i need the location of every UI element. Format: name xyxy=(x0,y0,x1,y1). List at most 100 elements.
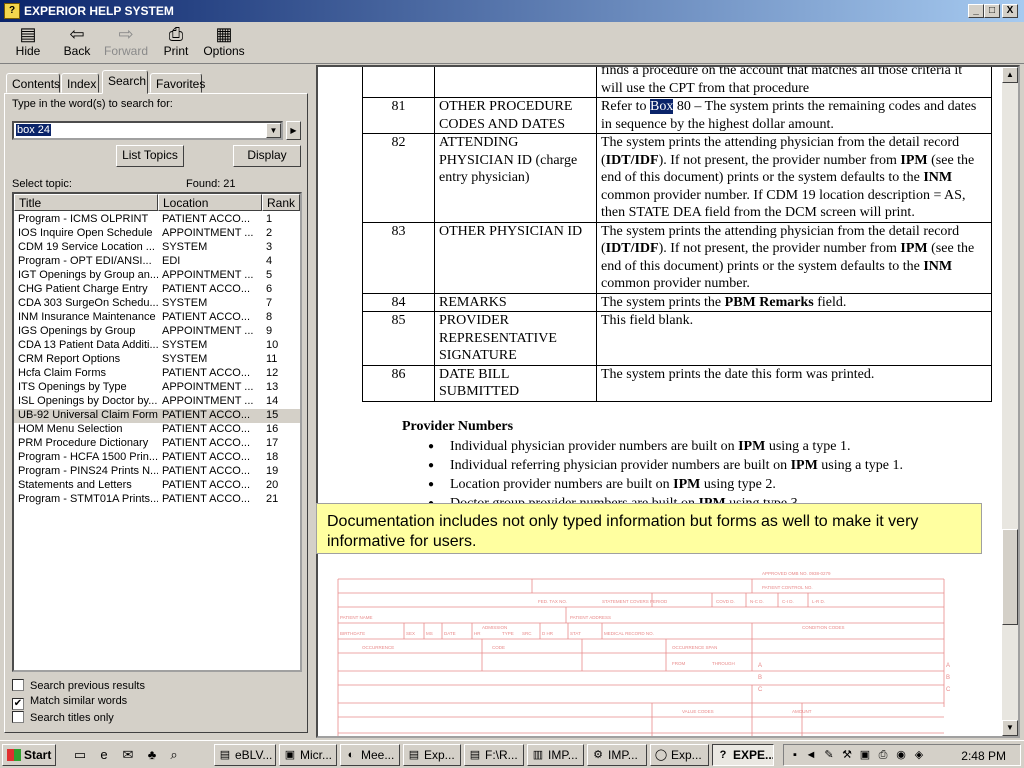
checkbox[interactable] xyxy=(12,679,24,691)
close-button[interactable]: X xyxy=(1002,4,1018,18)
search-result-row[interactable]: Program - OPT EDI/ANSI... EDI 4 xyxy=(14,255,300,269)
search-result-row[interactable]: Program - ICMS OLPRINT PATIENT ACCO... 1 xyxy=(14,213,300,227)
back-button[interactable]: ⇦ Back xyxy=(58,24,96,62)
scroll-down-button[interactable]: ▼ xyxy=(1002,720,1018,736)
minimize-button[interactable]: _ xyxy=(968,4,984,18)
search-result-row[interactable]: INM Insurance Maintenance PATIENT ACCO...… xyxy=(14,311,300,325)
taskbar-button[interactable]: ◯ Exp... xyxy=(650,744,709,766)
tab-search[interactable]: Search xyxy=(102,70,148,94)
internet-explorer-icon[interactable]: e xyxy=(96,747,112,763)
taskbar-button[interactable]: ▤ Exp... xyxy=(403,744,461,766)
taskbar-button[interactable]: ▤ eBLV... xyxy=(214,744,276,766)
result-rank: 19 xyxy=(266,465,279,477)
print-label: Print xyxy=(163,44,189,58)
list-topics-button[interactable]: List Topics xyxy=(116,145,184,167)
search-result-row[interactable]: ISL Openings by Doctor by... APPOINTMENT … xyxy=(14,395,300,409)
search-result-row[interactable]: ITS Openings by Type APPOINTMENT ... 13 xyxy=(14,381,300,395)
search-result-row[interactable]: Program - HCFA 1500 Prin... PATIENT ACCO.… xyxy=(14,451,300,465)
search-history-dropdown[interactable]: ▼ xyxy=(266,123,281,138)
tray-network-icon[interactable]: ▪ xyxy=(788,748,802,762)
search-result-row[interactable]: IGT Openings by Group an... APPOINTMENT .… xyxy=(14,269,300,283)
search-result-row[interactable]: Program - STMT01A Prints... PATIENT ACCO.… xyxy=(14,493,300,507)
app-icon: ⚙ xyxy=(593,749,603,761)
search-result-row[interactable]: Statements and Letters PATIENT ACCO... 20 xyxy=(14,479,300,493)
search-titles-only-option[interactable]: Search titles only xyxy=(12,711,114,724)
taskbar: Start ▭ e ✉ ♣ ⌕ ▤ eBLV... ▣ Micr... ◐ Mee... ▤… xyxy=(0,740,1024,768)
result-location: APPOINTMENT ... xyxy=(162,269,254,281)
tray-tool-icon[interactable]: ⚒ xyxy=(840,748,854,762)
display-button[interactable]: Display xyxy=(233,145,301,167)
outlook-icon[interactable]: ✉ xyxy=(120,747,136,763)
result-location: PATIENT ACCO... xyxy=(162,493,251,505)
result-title: INM Insurance Maintenance xyxy=(18,311,156,323)
forward-button[interactable]: ⇨ Forward xyxy=(104,24,148,62)
search-result-row[interactable]: Hcfa Claim Forms PATIENT ACCO... 12 xyxy=(14,367,300,381)
show-desktop-icon[interactable]: ▭ xyxy=(72,747,88,763)
start-button[interactable]: Start xyxy=(2,744,56,766)
result-rank: 13 xyxy=(266,381,279,393)
form-field-label: BIRTHDATE xyxy=(340,631,365,636)
result-title: Program - OPT EDI/ANSI... xyxy=(18,255,152,267)
search-result-row[interactable]: IOS Inquire Open Schedule APPOINTMENT ...… xyxy=(14,227,300,241)
annotation-callout: Documentation includes not only typed in… xyxy=(316,503,982,554)
tray-pencil-icon[interactable]: ✎ xyxy=(822,748,836,762)
column-rank-header[interactable]: Rank xyxy=(262,194,300,211)
search-result-row[interactable]: Program - PINS24 Prints N... PATIENT ACCO… xyxy=(14,465,300,479)
options-button[interactable]: ▦ Options xyxy=(202,24,246,62)
tray-printer-icon[interactable]: ⎙ xyxy=(876,748,890,762)
tab-index[interactable]: Index xyxy=(61,73,99,93)
taskbar-button[interactable]: ▣ Micr... xyxy=(279,744,337,766)
checkbox[interactable]: ✔ xyxy=(12,698,24,710)
form-field-label: TYPE xyxy=(502,631,514,636)
column-location-header[interactable]: Location xyxy=(158,194,262,211)
match-similar-words-option[interactable]: ✔ Match similar words xyxy=(12,695,127,710)
search-result-row[interactable]: CRM Report Options SYSTEM 11 xyxy=(14,353,300,367)
taskbar-button[interactable]: ▤ F:\R... xyxy=(464,744,524,766)
tray-shield-icon[interactable]: ◈ xyxy=(912,748,926,762)
maximize-button[interactable]: □ xyxy=(984,4,1000,18)
search-go-button[interactable]: ▶ xyxy=(286,121,301,140)
app-icon: ▤ xyxy=(469,749,481,761)
search-result-row[interactable]: CDM 19 Service Location ... SYSTEM 3 xyxy=(14,241,300,255)
search-result-row[interactable]: IGS Openings by Group APPOINTMENT ... 9 xyxy=(14,325,300,339)
column-title-header[interactable]: Title xyxy=(14,194,158,211)
taskbar-button-label: IMP... xyxy=(548,748,578,762)
result-location: APPOINTMENT ... xyxy=(162,381,254,393)
search-result-row[interactable]: HOM Menu Selection PATIENT ACCO... 16 xyxy=(14,423,300,437)
tray-device-icon[interactable]: ▣ xyxy=(858,748,872,762)
print-button[interactable]: ⎙ Print xyxy=(160,24,192,62)
search-results-list[interactable]: Title Location Rank Program - ICMS OLPRI… xyxy=(12,192,302,672)
app-icon: ▤ xyxy=(219,749,231,761)
form-field-label: AMOUNT xyxy=(792,709,812,714)
tray-globe-icon[interactable]: ◉ xyxy=(894,748,908,762)
help-app-icon[interactable]: ? xyxy=(4,3,20,19)
tab-favorites[interactable]: Favorites xyxy=(150,73,205,93)
search-result-row[interactable]: CDA 13 Patient Data Additi... SYSTEM 10 xyxy=(14,339,300,353)
result-location: PATIENT ACCO... xyxy=(162,409,251,421)
search-previous-results-option[interactable]: Search previous results xyxy=(12,679,145,692)
vertical-scrollbar[interactable]: ▲ ▼ xyxy=(1002,67,1018,736)
taskbar-button[interactable]: ▥ IMP... xyxy=(527,744,584,766)
form-field-label: C xyxy=(946,687,951,693)
search-result-row[interactable]: CDA 303 SurgeOn Schedu... SYSTEM 7 xyxy=(14,297,300,311)
printer-icon: ⎙ xyxy=(168,24,184,44)
scroll-thumb[interactable] xyxy=(1002,529,1018,625)
search-icon[interactable]: ⌕ xyxy=(166,747,182,763)
taskbar-button[interactable]: ? EXPE... xyxy=(712,744,774,766)
provider-numbers-heading: Provider Numbers xyxy=(402,419,514,434)
taskbar-button[interactable]: ⚙ IMP... xyxy=(587,744,647,766)
search-result-row[interactable]: UB-92 Universal Claim Form PATIENT ACCO..… xyxy=(14,409,300,423)
search-input[interactable]: box 24 ▼ xyxy=(12,121,283,140)
navigation-pane: Contents Index Search Favorites Type in … xyxy=(0,65,312,738)
taskbar-button[interactable]: ◐ Mee... xyxy=(340,744,400,766)
tray-volume-icon[interactable]: ◄ xyxy=(804,748,818,762)
back-arrow-icon: ⇦ xyxy=(69,24,85,44)
search-input-value: box 24 xyxy=(16,124,52,136)
hide-button[interactable]: ▤ Hide xyxy=(10,24,46,62)
scroll-up-button[interactable]: ▲ xyxy=(1002,67,1018,83)
search-result-row[interactable]: PRM Procedure Dictionary PATIENT ACCO... 1… xyxy=(14,437,300,451)
checkbox[interactable] xyxy=(12,711,24,723)
search-result-row[interactable]: CHG Patient Charge Entry PATIENT ACCO... 6 xyxy=(14,283,300,297)
tab-contents[interactable]: Contents xyxy=(6,73,60,93)
media-icon[interactable]: ♣ xyxy=(144,747,160,763)
